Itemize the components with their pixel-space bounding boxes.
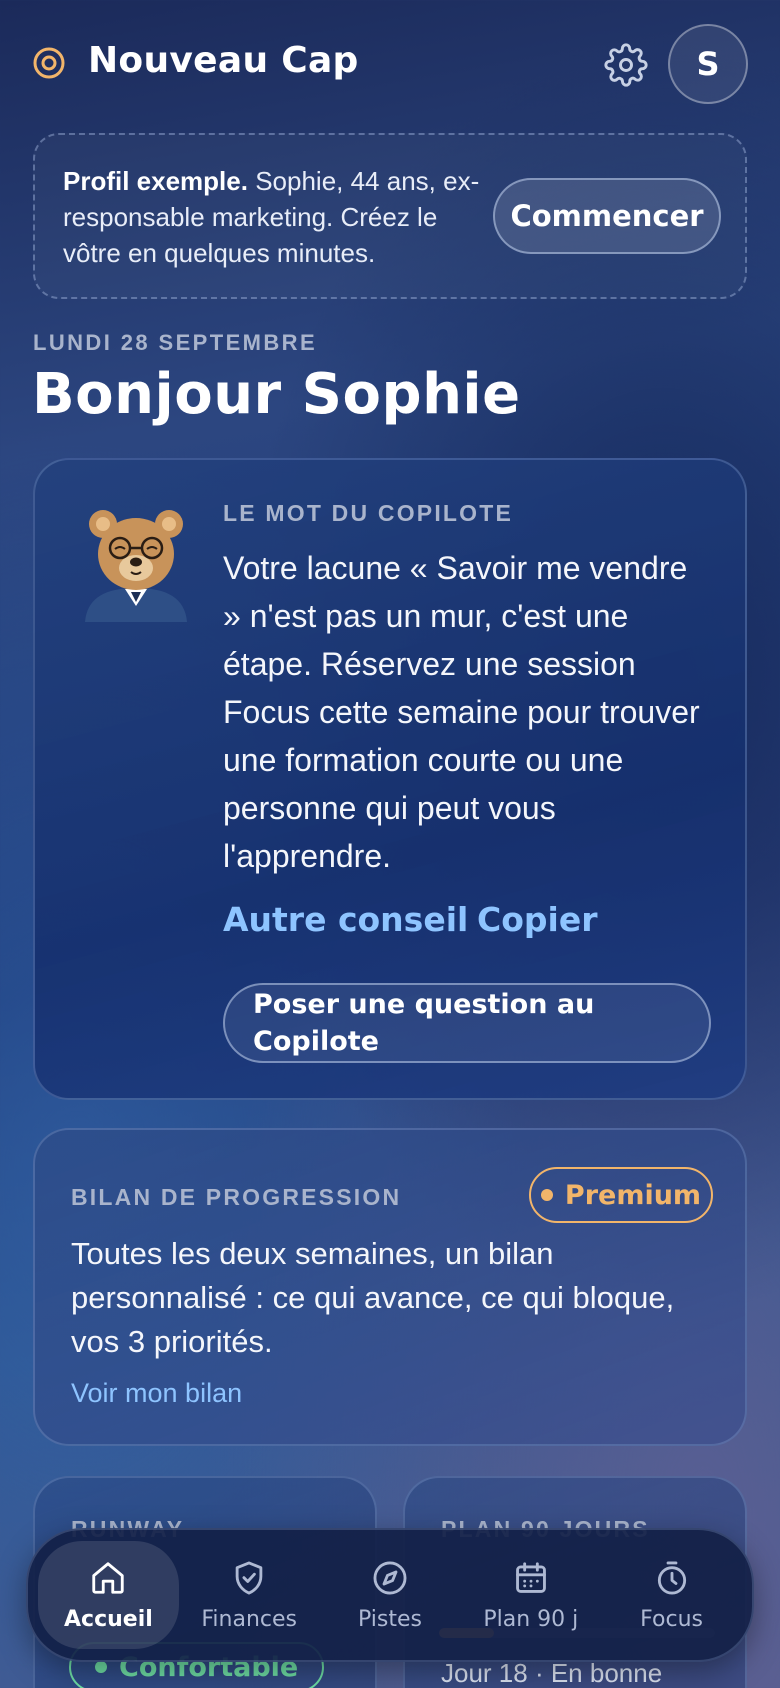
nav-label: Focus: [640, 1606, 703, 1632]
avatar[interactable]: S: [668, 24, 748, 104]
premium-dot-icon: [540, 1189, 553, 1201]
timer-icon: [657, 1561, 686, 1594]
progress-review-label: BILAN DE PROGRESSION: [71, 1184, 402, 1210]
copilot-label: LE MOT DU COPILOTE: [223, 500, 514, 526]
app-header: Nouveau Cap S: [0, 0, 780, 130]
app-title: Nouveau Cap: [88, 40, 359, 81]
copilot-message: Votre lacune « Savoir me vendre » n'est …: [223, 550, 700, 874]
another-tip-button[interactable]: Autre conseil: [223, 900, 468, 939]
nav-item-focus[interactable]: Focus: [601, 1541, 742, 1649]
nav-label: Plan 90 j: [483, 1606, 579, 1632]
premium-badge-label: Premium: [564, 1179, 702, 1211]
settings-button[interactable]: [602, 41, 650, 89]
nav-item-accueil[interactable]: Accueil: [38, 1541, 179, 1649]
progress-review-card: BILAN DE PROGRESSION Premium Toutes les …: [33, 1128, 747, 1446]
page-title: Bonjour Sophie: [32, 362, 521, 427]
copilot-card: LE MOT DU COPILOTE Votre lacune « Savoir…: [33, 458, 747, 1100]
nav-item-plan-90[interactable]: Plan 90 j: [460, 1541, 601, 1649]
copy-button[interactable]: Copier: [477, 900, 597, 939]
nav-label: Finances: [201, 1606, 298, 1632]
status-dot-icon: [95, 1661, 107, 1673]
example-profile-bold: Profil exemple.: [63, 166, 248, 196]
nav-label: Accueil: [64, 1606, 153, 1632]
bottom-navigation: Accueil Finances Pistes Plan 90 j Focus: [26, 1528, 754, 1662]
progress-review-text: Toutes les deux semaines, un bilan perso…: [71, 1236, 675, 1359]
nav-label: Pistes: [358, 1606, 422, 1632]
target-icon: [33, 47, 65, 79]
plan-subtitle: Jour 18 · En bonne: [441, 1658, 663, 1688]
date-label: LUNDI 28 SEPTEMBRE: [33, 330, 318, 355]
nav-item-finances[interactable]: Finances: [179, 1541, 320, 1649]
shield-check-icon: [235, 1561, 263, 1594]
example-profile-text: Profil exemple. Sophie, 44 ans, ex-respo…: [63, 163, 483, 271]
bear-mascot-icon: [85, 510, 187, 622]
calendar-icon: [515, 1561, 546, 1593]
home-icon: [92, 1561, 125, 1594]
example-profile-banner: Profil exemple. Sophie, 44 ans, ex-respo…: [33, 133, 747, 299]
premium-badge: Premium: [529, 1167, 713, 1223]
gear-icon: [604, 43, 648, 87]
view-review-link[interactable]: Voir mon bilan: [71, 1378, 242, 1409]
compass-icon: [373, 1561, 407, 1594]
ask-copilot-button[interactable]: Poser une question au Copilote: [223, 983, 711, 1063]
nav-item-pistes[interactable]: Pistes: [320, 1541, 461, 1649]
start-button[interactable]: Commencer: [493, 178, 721, 254]
ask-copilot-label: Poser une question au Copilote: [253, 989, 595, 1057]
